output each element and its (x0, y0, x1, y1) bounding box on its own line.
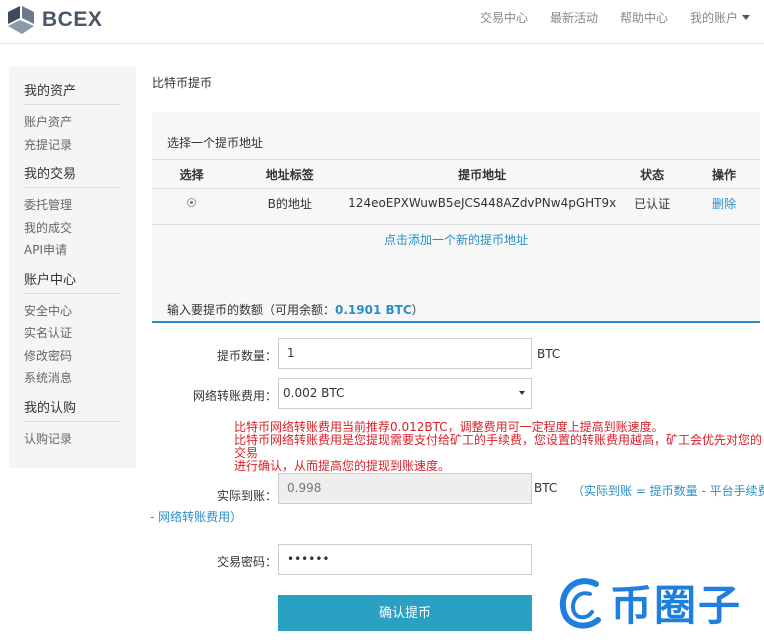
actual-amount-field: 0.998 (278, 473, 532, 504)
top-navbar: BCEX 交易中心 最新活动 帮助中心 我的账户 (0, 0, 764, 44)
column-header-status: 状态 (640, 167, 665, 182)
nav-latest-activity[interactable]: 最新活动 (550, 9, 598, 26)
add-address-link[interactable]: 点击添加一个新的提币地址 (384, 233, 528, 247)
confirm-withdraw-button[interactable]: 确认提币 (278, 595, 532, 631)
sidebar-item-identity-verification[interactable]: 实名认证 (24, 322, 121, 345)
nav-my-account[interactable]: 我的账户 (690, 9, 750, 26)
sidebar-group-assets: 我的资产 账户资产 充提记录 (24, 81, 121, 156)
page-title: 比特币提币 (152, 76, 213, 90)
sidebar-group-trading: 我的交易 委托管理 我的成交 API申请 (24, 164, 121, 262)
action-cell: 删除 (688, 184, 760, 222)
sidebar-group-title: 账户中心 (24, 270, 121, 294)
sidebar-item-security-center[interactable]: 安全中心 (24, 300, 121, 323)
trade-password-label: 交易密码： (216, 555, 277, 569)
title-prefix: 输入要提币的数额（可用余额： (167, 303, 336, 317)
brand-logo[interactable]: BCEX (6, 6, 102, 34)
column-header-action: 操作 (712, 167, 737, 182)
divider (152, 224, 760, 225)
address-radio-button[interactable] (187, 198, 197, 207)
divider (152, 188, 760, 189)
amount-panel: 输入要提币的数额（可用余额：0.1901 BTC） 提币数量： 1 BTC 网络… (150, 272, 764, 620)
delete-address-link[interactable]: 删除 (712, 197, 736, 211)
bcex-logo-icon (8, 6, 34, 34)
column-header-address: 提币地址 (458, 167, 507, 182)
fee-select-value: 0.002 BTC (283, 386, 345, 400)
warning-line: 比特币网络转账费用是您提现需要支付给矿工的手续费，您设置的转账费用越高，矿工会优… (234, 433, 763, 460)
sidebar-item-change-password[interactable]: 修改密码 (24, 345, 121, 368)
nav-help-center[interactable]: 帮助中心 (620, 9, 668, 26)
formula-text-part2: - 网络转账费用） (150, 510, 243, 524)
sidebar-item-api-request[interactable]: API申请 (24, 239, 121, 262)
watermark-logo-icon (559, 577, 601, 629)
trade-password-input[interactable]: •••••• (278, 544, 532, 575)
sidebar-group-title: 我的资产 (24, 81, 121, 105)
sidebar-item-subscription-records[interactable]: 认购记录 (24, 428, 121, 451)
address-label-cell: B的地址 (267, 196, 312, 211)
sidebar-group-subscription: 我的认购 认购记录 (24, 398, 121, 451)
divider (152, 159, 760, 160)
nav-trading-center[interactable]: 交易中心 (480, 9, 528, 26)
warning-line: 进行确认，从而提高您的提现到账速度。 (234, 459, 451, 473)
table-row: B的地址 124eoEPXWuwB5eJCS448AZdvPNw4pGHT9x … (152, 184, 760, 222)
brand-name: BCEX (42, 8, 103, 31)
sidebar-group-account-center: 账户中心 安全中心 实名认证 修改密码 系统消息 (24, 270, 121, 390)
sidebar-item-deposit-withdraw-records[interactable]: 充提记录 (24, 134, 121, 157)
column-header-select: 选择 (179, 167, 204, 182)
address-table: 选择 地址标签 提币地址 状态 操作 B的地址 124eoEPXWuwB5eJC… (152, 164, 760, 222)
status-cell: 已认证 (634, 196, 671, 211)
column-header-label: 地址标签 (265, 167, 314, 182)
sidebar: 我的资产 账户资产 充提记录 我的交易 委托管理 我的成交 API申请 账户中心… (9, 67, 136, 468)
caret-down-icon (742, 14, 750, 20)
select-cell (152, 184, 231, 222)
address-panel: 选择一个提币地址 选择 地址标签 提币地址 状态 操作 B的地址 124eoEP… (152, 112, 760, 272)
fee-label: 网络转账费用： (192, 389, 277, 403)
sidebar-item-system-messages[interactable]: 系统消息 (24, 367, 121, 390)
actual-amount-unit: BTC (534, 481, 558, 495)
amount-input[interactable]: 1 (278, 338, 532, 369)
watermark: 币圈子 (556, 572, 742, 633)
add-address-row: 点击添加一个新的提币地址 (152, 231, 760, 248)
formula-text-part1: （实际到账 = 提币数量 - 平台手续费 (572, 484, 764, 498)
fee-select[interactable]: 0.002 BTC (278, 378, 532, 409)
amount-panel-title: 输入要提币的数额（可用余额：0.1901 BTC） (167, 301, 424, 318)
fee-warning: 比特币网络转账费用当前推荐0.012BTC，调整费用可一定程度上提高到账速度。 … (234, 421, 764, 473)
address-cell: 124eoEPXWuwB5eJCS448AZdvPNw4pGHT9x (348, 196, 617, 210)
top-nav: 交易中心 最新活动 帮助中心 我的账户 (458, 0, 750, 34)
address-panel-title: 选择一个提币地址 (167, 136, 264, 150)
amount-label: 提币数量： (216, 349, 277, 363)
actual-amount-label: 实际到账： (216, 489, 277, 503)
sidebar-group-title: 我的交易 (24, 164, 121, 188)
dropdown-arrow-icon (519, 391, 525, 395)
sidebar-item-account-assets[interactable]: 账户资产 (24, 111, 121, 134)
nav-my-account-label: 我的账户 (689, 10, 738, 25)
sidebar-item-my-trades[interactable]: 我的成交 (24, 217, 121, 240)
sidebar-item-order-management[interactable]: 委托管理 (24, 194, 121, 217)
watermark-text: 币圈子 (610, 581, 743, 630)
table-header-row: 选择 地址标签 提币地址 状态 操作 (152, 164, 760, 184)
amount-unit: BTC (537, 347, 561, 361)
title-suffix: ） (411, 303, 424, 317)
available-balance: 0.1901 BTC (335, 303, 412, 317)
sidebar-group-title: 我的认购 (24, 398, 121, 422)
